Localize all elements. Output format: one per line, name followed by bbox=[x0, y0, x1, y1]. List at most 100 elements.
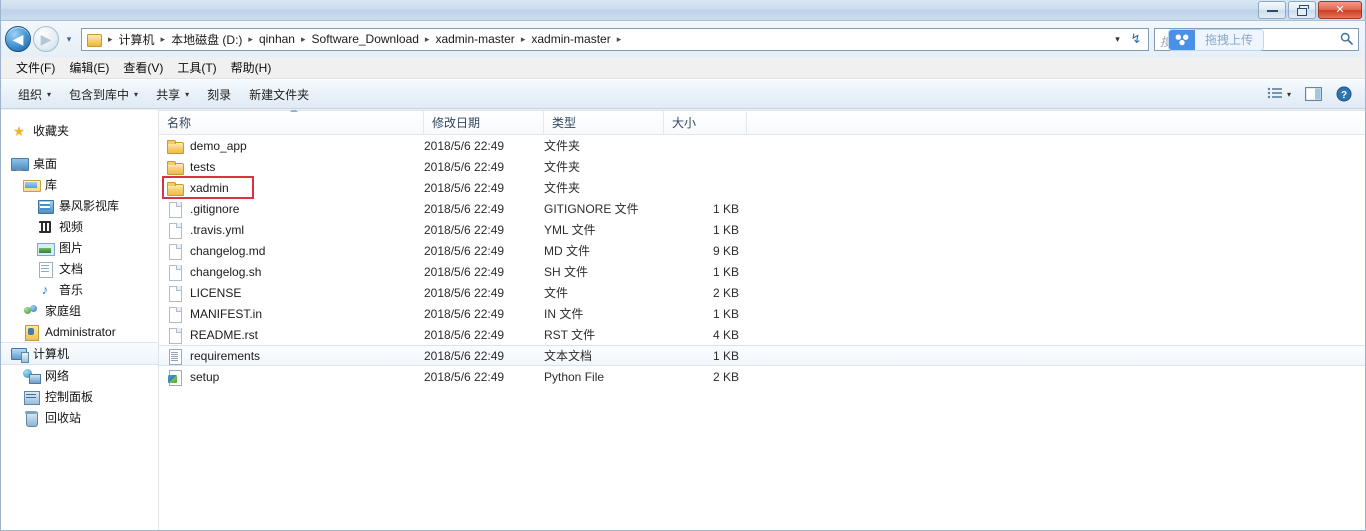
recent-locations-button[interactable]: ▾ bbox=[61, 31, 77, 47]
menu-item-1[interactable]: 编辑(E) bbox=[62, 57, 116, 78]
file-name-cell: .travis.yml bbox=[159, 219, 424, 240]
toolbar-button-0[interactable]: 组织 ▾ bbox=[9, 83, 60, 106]
file-icon bbox=[167, 243, 183, 260]
file-name-label: setup bbox=[190, 369, 220, 384]
address-bar-actions: ▾ ↯ bbox=[1107, 27, 1149, 51]
search-box[interactable]: 搜索 拖拽上传 bbox=[1154, 27, 1359, 51]
sidebar-item-4[interactable]: 视频 bbox=[1, 216, 158, 237]
file-name-cell: .gitignore bbox=[159, 198, 424, 219]
address-dropdown-button[interactable]: ▾ bbox=[1109, 34, 1126, 45]
sidebar-item-10[interactable]: 计算机 bbox=[1, 342, 158, 365]
list-view-icon[interactable]: ▾ bbox=[1262, 84, 1296, 104]
chevron-down-icon: ▾ bbox=[134, 89, 139, 99]
baidu-upload-overlay[interactable]: 拖拽上传 bbox=[1169, 29, 1264, 50]
column-header-size[interactable]: 大小 bbox=[664, 110, 747, 135]
toolbar-button-1[interactable]: 包含到库中 ▾ bbox=[60, 83, 147, 106]
restore-button[interactable] bbox=[1288, 1, 1316, 19]
window-controls: ✕ bbox=[1258, 1, 1362, 19]
refresh-button[interactable]: ↯ bbox=[1126, 31, 1146, 47]
file-icon bbox=[167, 285, 183, 302]
breadcrumb-item-1[interactable]: 本地磁盘 (D:) bbox=[168, 30, 245, 49]
breadcrumb-item-5[interactable]: xadmin-master bbox=[528, 30, 613, 49]
file-name-label: MANIFEST.in bbox=[190, 306, 263, 321]
table-row[interactable]: README.rst 2018/5/6 22:49 RST 文件 4 KB bbox=[159, 324, 1365, 345]
column-header-date[interactable]: 修改日期 bbox=[424, 110, 544, 135]
file-date-cell: 2018/5/6 22:49 bbox=[424, 264, 505, 279]
file-type-cell: YML 文件 bbox=[544, 223, 596, 237]
file-date-cell: 2018/5/6 22:49 bbox=[424, 327, 505, 342]
menu-item-4[interactable]: 帮助(H) bbox=[224, 57, 279, 78]
file-type-cell: 文本文档 bbox=[544, 349, 593, 363]
sidebar-item-label: 网络 bbox=[45, 369, 70, 383]
file-date-cell: 2018/5/6 22:49 bbox=[424, 159, 505, 174]
sidebar-item-2[interactable]: 库 bbox=[1, 174, 158, 195]
sidebar-item-12[interactable]: 控制面板 bbox=[1, 386, 158, 407]
table-row[interactable]: .travis.yml 2018/5/6 22:49 YML 文件 1 KB bbox=[159, 219, 1365, 240]
table-row[interactable]: changelog.sh 2018/5/6 22:49 SH 文件 1 KB bbox=[159, 261, 1365, 282]
sidebar-item-0[interactable]: ★ 收藏夹 bbox=[1, 120, 158, 141]
table-row[interactable]: demo_app 2018/5/6 22:49 文件夹 bbox=[159, 135, 1365, 156]
file-name-label: changelog.md bbox=[190, 243, 266, 258]
command-toolbar: 组织 ▾ 包含到库中 ▾ 共享 ▾ 刻录 新建文件夹 ▾ ? bbox=[1, 79, 1365, 109]
navigation-pane: ★ 收藏夹桌面库暴风影视库 视频 图片 文档 ♪ 音乐 家庭组 Administrator 计算机… bbox=[1, 110, 159, 530]
sidebar-item-9[interactable]: Administrator bbox=[1, 321, 158, 342]
sidebar-item-6[interactable]: 文档 bbox=[1, 258, 158, 279]
table-row[interactable]: changelog.md 2018/5/6 22:49 MD 文件 9 KB bbox=[159, 240, 1365, 261]
table-row[interactable]: tests 2018/5/6 22:49 文件夹 bbox=[159, 156, 1365, 177]
menu-item-0[interactable]: 文件(F) bbox=[9, 57, 62, 78]
file-type-cell: 文件 bbox=[544, 286, 569, 300]
sidebar-item-13[interactable]: 回收站 bbox=[1, 407, 158, 428]
close-button[interactable]: ✕ bbox=[1318, 1, 1362, 19]
table-row[interactable]: MANIFEST.in 2018/5/6 22:49 IN 文件 1 KB bbox=[159, 303, 1365, 324]
minimize-icon bbox=[1266, 9, 1278, 12]
toolbar-button-label: 共享 bbox=[156, 87, 181, 102]
file-name-cell: demo_app bbox=[159, 135, 424, 156]
table-row[interactable]: requirements 2018/5/6 22:49 文本文档 1 KB bbox=[159, 345, 1365, 366]
file-size-cell: 1 KB bbox=[712, 348, 739, 363]
column-header-type[interactable]: 类型 bbox=[544, 110, 664, 135]
document-icon bbox=[37, 261, 53, 278]
table-row[interactable]: LICENSE 2018/5/6 22:49 文件 2 KB bbox=[159, 282, 1365, 303]
forward-button[interactable]: ▶ bbox=[33, 26, 59, 52]
table-row[interactable]: .gitignore 2018/5/6 22:49 GITIGNORE 文件 1 KB bbox=[159, 198, 1365, 219]
sidebar-item-7[interactable]: ♪ 音乐 bbox=[1, 279, 158, 300]
sidebar-item-11[interactable]: 网络 bbox=[1, 365, 158, 386]
homegroup-icon bbox=[23, 303, 39, 319]
address-bar[interactable]: ▸ 计算机 ▸ 本地磁盘 (D:) ▸ qinhan ▸ Software_Download ▸… bbox=[81, 27, 1107, 51]
breadcrumb-item-4[interactable]: xadmin-master bbox=[432, 30, 517, 49]
menu-bar: 文件(F) 编辑(E) 查看(V) 工具(T) 帮助(H) bbox=[1, 57, 1365, 79]
toolbar-button-3[interactable]: 刻录 bbox=[198, 83, 240, 106]
explorer-window: ✕ ◀ ▶ ▾ ▸ 计算机 ▸ 本地磁盘 (D:) ▸ qinhan ▸ Software_D… bbox=[0, 0, 1366, 531]
minimize-button[interactable] bbox=[1258, 1, 1286, 19]
sidebar-item-label: 桌面 bbox=[33, 157, 58, 171]
preview-pane-icon[interactable] bbox=[1300, 84, 1327, 104]
toolbar-button-2[interactable]: 共享 ▾ bbox=[147, 83, 198, 106]
search-icon[interactable] bbox=[1340, 32, 1353, 48]
network-icon bbox=[23, 368, 41, 384]
sidebar-item-5[interactable]: 图片 bbox=[1, 237, 158, 258]
sidebar-item-3[interactable]: 暴风影视库 bbox=[1, 195, 158, 216]
film-library-icon bbox=[37, 198, 54, 214]
back-button[interactable]: ◀ bbox=[5, 26, 31, 52]
file-icon bbox=[167, 264, 183, 281]
menu-item-3[interactable]: 工具(T) bbox=[170, 57, 223, 78]
table-row[interactable]: xadmin 2018/5/6 22:49 文件夹 bbox=[159, 177, 1365, 198]
breadcrumb-item-2[interactable]: qinhan bbox=[256, 30, 298, 49]
sidebar-item-1[interactable]: 桌面 bbox=[1, 153, 158, 174]
breadcrumb-item-3[interactable]: Software_Download bbox=[309, 30, 422, 49]
star-icon: ★ bbox=[12, 122, 26, 139]
menu-item-2[interactable]: 查看(V) bbox=[116, 57, 170, 78]
file-name-label: xadmin bbox=[190, 180, 229, 195]
table-row[interactable]: setup 2018/5/6 22:49 Python File 2 KB bbox=[159, 366, 1365, 387]
file-icon bbox=[167, 306, 183, 323]
file-type-cell: 文件夹 bbox=[544, 139, 581, 153]
help-icon[interactable]: ? bbox=[1331, 83, 1357, 105]
breadcrumb-item-0[interactable]: 计算机 bbox=[116, 30, 158, 49]
sidebar-item-8[interactable]: 家庭组 bbox=[1, 300, 158, 321]
file-size-cell: 9 KB bbox=[712, 243, 739, 258]
breadcrumb-separator: ▸ bbox=[248, 33, 253, 44]
breadcrumb: ▸ 计算机 ▸ 本地磁盘 (D:) ▸ qinhan ▸ Software_Download ▸… bbox=[105, 30, 624, 49]
toolbar-button-4[interactable]: 新建文件夹 bbox=[240, 83, 318, 106]
file-name-cell: LICENSE bbox=[159, 282, 424, 303]
column-header-name[interactable]: 名称 bbox=[159, 110, 424, 135]
